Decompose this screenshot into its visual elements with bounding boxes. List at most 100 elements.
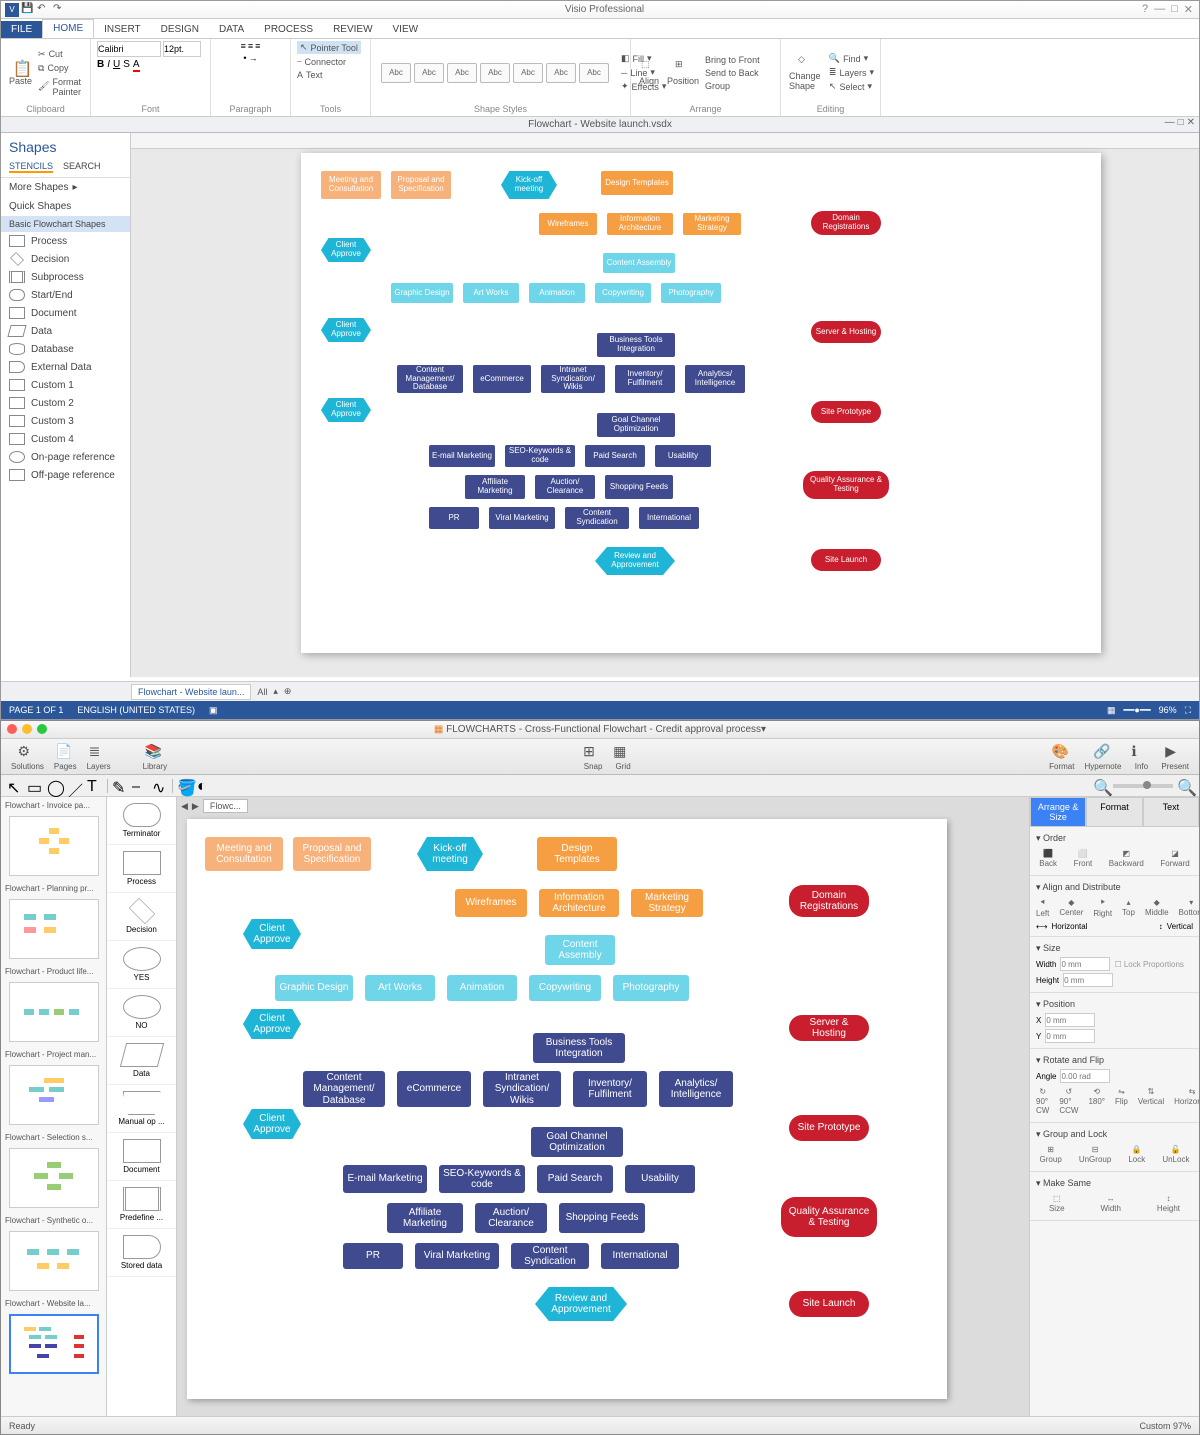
shape-subprocess[interactable]: Subprocess <box>1 268 130 286</box>
fit-window-icon[interactable]: ⛶ <box>1185 705 1191 716</box>
tab-process[interactable]: PROCESS <box>254 21 323 38</box>
cd-node-approve3[interactable]: Client Approve <box>243 1109 301 1139</box>
node-paid-search[interactable]: Paid Search <box>585 445 645 467</box>
order-forward[interactable]: ◪Forward <box>1160 849 1189 868</box>
node-pr[interactable]: PR <box>429 507 479 529</box>
cd-node-content-synd[interactable]: Content Syndication <box>511 1243 589 1269</box>
node-content-synd[interactable]: Content Syndication <box>565 507 629 529</box>
node-content-assembly[interactable]: Content Assembly <box>603 253 675 273</box>
width-input[interactable] <box>1060 957 1110 971</box>
close-icon[interactable]: ✕ <box>1184 3 1193 16</box>
cd-node-approve1[interactable]: Client Approve <box>243 919 301 949</box>
node-inventory[interactable]: Inventory/ Fulfilment <box>615 365 675 393</box>
font-color-button[interactable]: A <box>133 59 140 72</box>
node-design-templates[interactable]: Design Templates <box>601 171 673 195</box>
cd-node-biz-tools[interactable]: Business Tools Integration <box>533 1033 625 1063</box>
mac-zoom-icon[interactable] <box>37 724 47 734</box>
tb-solutions[interactable]: ⚙Solutions <box>7 743 48 771</box>
tab-view[interactable]: VIEW <box>383 21 429 38</box>
stencils-tab[interactable]: STENCILS <box>9 161 53 173</box>
node-photography[interactable]: Photography <box>661 283 721 303</box>
align-button[interactable]: ⬚Align <box>637 57 661 88</box>
node-kickoff[interactable]: Kick-off meeting <box>501 171 557 199</box>
tab-review[interactable]: REVIEW <box>323 21 382 38</box>
cd-node-cms[interactable]: Content Management/ Database <box>303 1071 385 1107</box>
cd-node-affiliate[interactable]: Affiliate Marketing <box>387 1203 463 1233</box>
grp-group[interactable]: ⊞Group <box>1040 1145 1062 1164</box>
cd-node-intl[interactable]: International <box>601 1243 679 1269</box>
stencil-terminator[interactable]: Terminator <box>107 797 176 845</box>
cd-node-intranet[interactable]: Intranet Syndication/ Wikis <box>483 1071 561 1107</box>
thumb-6[interactable] <box>9 1314 99 1374</box>
align-left[interactable]: ⯇Left <box>1036 898 1049 918</box>
shape-onpage-ref[interactable]: On-page reference <box>1 448 130 466</box>
cd-node-domain[interactable]: Domain Registrations <box>789 885 869 917</box>
tool-zoomin-icon[interactable]: 🔍+ <box>1177 778 1193 794</box>
node-email-mkt[interactable]: E-mail Marketing <box>429 445 495 467</box>
page-tab-active[interactable]: Flowchart - Website laun... <box>131 684 251 700</box>
cd-node-meeting[interactable]: Meeting and Consultation <box>205 837 283 871</box>
mac-minimize-icon[interactable] <box>22 724 32 734</box>
node-affiliate[interactable]: Affiliate Marketing <box>465 475 525 499</box>
thumb-title-0[interactable]: Flowchart - Invoice pa... <box>1 797 106 814</box>
paste-button[interactable]: 📋Paste <box>7 57 34 88</box>
cd-node-pr[interactable]: PR <box>343 1243 403 1269</box>
cd-node-ecom[interactable]: eCommerce <box>397 1071 471 1107</box>
shape-decision[interactable]: Decision <box>1 250 130 268</box>
group-button[interactable]: Group <box>705 80 760 92</box>
doc-min-icon[interactable]: — <box>1165 117 1175 128</box>
canvas-area[interactable]: Meeting and Consultation Proposal and Sp… <box>131 133 1199 677</box>
help-icon[interactable]: ? <box>1142 3 1148 16</box>
cd-node-email[interactable]: E-mail Marketing <box>343 1165 427 1193</box>
maximize-icon[interactable]: □ <box>1171 3 1178 16</box>
cd-node-graphic[interactable]: Graphic Design <box>275 975 353 1001</box>
cd-node-design-templates[interactable]: Design Templates <box>537 837 617 871</box>
mac-close-icon[interactable] <box>7 724 17 734</box>
stencil-data[interactable]: Data <box>107 1037 176 1085</box>
rtab-arrange[interactable]: Arrange & Size <box>1030 797 1086 827</box>
tool-fill-icon[interactable]: 🪣 <box>177 778 193 794</box>
stencil-predefined[interactable]: Predefine ... <box>107 1181 176 1229</box>
nav-fwd-icon[interactable]: ▶ <box>192 801 199 812</box>
node-copywriting[interactable]: Copywriting <box>595 283 651 303</box>
align-middle[interactable]: ◆Middle <box>1145 898 1169 918</box>
tb-format[interactable]: 🎨Format <box>1045 743 1078 771</box>
flip-v[interactable]: ⇅Vertical <box>1138 1087 1164 1115</box>
tool-rect-icon[interactable]: ▭ <box>27 778 43 794</box>
node-goal-channel[interactable]: Goal Channel Optimization <box>597 413 675 437</box>
quick-shapes-link[interactable]: Quick Shapes <box>1 197 130 216</box>
cd-node-usability[interactable]: Usability <box>625 1165 695 1193</box>
font-name-input[interactable] <box>97 41 161 57</box>
stencil-document[interactable]: Document <box>107 1133 176 1181</box>
make-size[interactable]: ⬚Size <box>1049 1194 1065 1213</box>
cd-node-server[interactable]: Server & Hosting <box>789 1015 869 1041</box>
node-review-approve[interactable]: Review and Approvement <box>595 547 675 575</box>
node-cms[interactable]: Content Management/ Database <box>397 365 463 393</box>
doc-close-icon[interactable]: ✕ <box>1187 117 1195 128</box>
shape-custom3[interactable]: Custom 3 <box>1 412 130 430</box>
tab-design[interactable]: DESIGN <box>151 21 209 38</box>
tool-curve-icon[interactable]: ∿ <box>152 778 168 794</box>
align-right[interactable]: ⯈Right <box>1093 898 1112 918</box>
indent-icon[interactable]: → <box>249 53 258 63</box>
cd-node-shopping[interactable]: Shopping Feeds <box>559 1203 645 1233</box>
node-intranet[interactable]: Intranet Syndication/ Wikis <box>541 365 605 393</box>
strike-button[interactable]: S <box>123 59 130 72</box>
tool-pen-icon[interactable]: ✎ <box>112 778 128 794</box>
tool-line-icon[interactable]: ／ <box>67 778 83 794</box>
stencil-manual-op[interactable]: Manual op ... <box>107 1085 176 1133</box>
zoom-slider-cd[interactable] <box>1113 784 1173 788</box>
thumb-title-6[interactable]: Flowchart - Website la... <box>1 1295 106 1312</box>
copy-button[interactable]: ⧉Copy <box>38 62 84 75</box>
cd-node-inventory[interactable]: Inventory/ Fulfilment <box>573 1071 647 1107</box>
shape-external-data[interactable]: External Data <box>1 358 130 376</box>
shape-start-end[interactable]: Start/End <box>1 286 130 304</box>
font-size-input[interactable] <box>163 41 201 57</box>
save-icon[interactable]: 💾 <box>21 3 35 17</box>
send-back-button[interactable]: Send to Back <box>705 67 760 79</box>
tb-grid[interactable]: ▦Grid <box>609 743 637 771</box>
cd-node-artworks[interactable]: Art Works <box>365 975 435 1001</box>
cd-node-launch[interactable]: Site Launch <box>789 1291 869 1317</box>
cd-canvas[interactable]: ◀ ▶ Flowc... Meeting and Consultation Pr… <box>177 797 1029 1416</box>
text-tool[interactable]: AText <box>297 69 323 81</box>
